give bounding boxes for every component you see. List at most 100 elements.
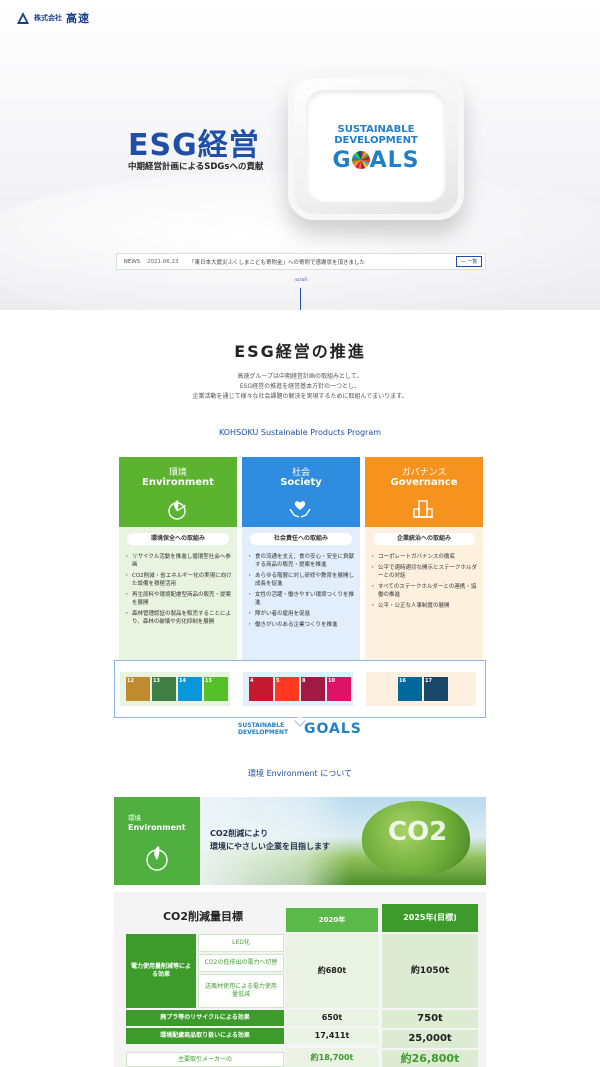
sdg-tile-number: 8 [302, 678, 306, 684]
list-item: リサイクル活動を推進し循環型社会へ参画 [124, 553, 234, 569]
column-society: 社会 Society 社会責任への取組み 食の流通を支え、食の安心・安全に貢献す… [242, 457, 360, 660]
sdg-tile: 17 [424, 677, 448, 701]
sub-item: CO2の低排出の電力へ切替 [198, 954, 284, 972]
news-all-button[interactable]: — 一覧 [456, 256, 482, 267]
building-icon [413, 500, 433, 518]
sub-item: LED化 [198, 934, 284, 952]
company-logo[interactable]: 株式会社 高速 [16, 10, 90, 26]
intro-line: ESG経営の推進を経営基本方針の一つとし、 [239, 383, 361, 390]
sdg-tile: 14 [178, 677, 202, 701]
sdg-tile: 16 [398, 677, 422, 701]
eco-2020-value: 17,411t [286, 1028, 378, 1044]
news-label: NEWS [123, 258, 141, 265]
goals-als: ALS [369, 148, 420, 173]
intro-line: 企業活動を通じて様々な社会課題の解決を実現するために取組んでまいります。 [192, 393, 408, 400]
column-pill: 社会責任への取組み [250, 533, 352, 545]
sdg-tile-number: 16 [399, 678, 406, 684]
list-item: 再生原料や環境配慮型商品の販売・提案を展開 [124, 591, 234, 607]
column-list: コーポレートガバナンスの徹底 公平で適時適切な開示とステークホルダーとの対話 す… [370, 553, 480, 613]
list-item: コーポレートガバナンスの徹底 [370, 553, 480, 561]
sdg-tile: 15 [204, 677, 228, 701]
sdg-small-line2: DEVELOPMENT [238, 729, 289, 736]
sdg-tile-number: 12 [127, 678, 134, 684]
banner-jp: 環境 [128, 814, 141, 822]
column-body: 環境保全への取組み リサイクル活動を推進し循環型社会へ参画 CO2削減・省エネル… [119, 527, 237, 660]
list-item: 公平・公正な人事制度の展開 [370, 602, 480, 610]
total-2025-value: 約26,800t [382, 1050, 478, 1067]
column-pill: 企業統治への取組み [373, 533, 475, 545]
hero-tray-image: SUSTAINABLE DEVELOPMENT G ALS [288, 72, 464, 220]
banner-message-line: CO2削減により [210, 829, 269, 838]
about-environment-title: 環境 Environment について [248, 769, 352, 778]
list-item: 働きがいのある企業つくりを推進 [247, 621, 357, 629]
list-item: 食の流通を支え、食の安心・安全に貢献する商品の販売・提案を推進 [247, 553, 357, 569]
tray-inner: SUSTAINABLE DEVELOPMENT G ALS [306, 90, 446, 202]
row-label-eco: 環境配慮商品取り扱いによる効果 [126, 1028, 284, 1044]
sdg-tile-number: 4 [250, 678, 254, 684]
column-body: 企業統治への取組み コーポレートガバナンスの徹底 公平で適時適切な開示とステーク… [365, 527, 483, 660]
environment-banner: 環境 Environment CO2 CO2削減により 環境にやさしい企業を目指… [114, 797, 486, 885]
all-dash-icon: — [460, 259, 466, 265]
news-all-label: — 一覧 [461, 258, 478, 265]
sdg-tile: 4 [249, 677, 273, 701]
banner-label-block: 環境 Environment [114, 797, 200, 885]
list-item: 公平で適時適切な開示とステークホルダーとの対話 [370, 564, 480, 580]
recycle-2025-value: 750t [382, 1010, 478, 1028]
leaf-globe-icon [168, 500, 186, 520]
sdg-tile-number: 14 [179, 678, 186, 684]
sdg-logo-small: SUSTAINABLE DEVELOPMENT GOALS [234, 720, 364, 742]
banner-message-line: 環境にやさしい企業を目指します [210, 842, 330, 851]
goals-g: G [332, 148, 352, 173]
sdg-tile: 5 [275, 677, 299, 701]
column-governance: ガバナンス Governance 企業統治への取組み コーポレートガバナンスの徹… [365, 457, 483, 660]
eco-2025-value: 25,000t [382, 1030, 478, 1048]
column-header: 社会 Society [242, 457, 360, 527]
news-link[interactable]: 「東日本大震災ふくしまこども寄附金」への寄附で感謝状を頂きました [189, 258, 456, 266]
sdg-tile-number: 10 [328, 678, 335, 684]
hands-heart-icon [289, 501, 311, 518]
cloud-co2-text: CO2 [388, 817, 448, 847]
list-item: 森林管理認証の製品を販売することにより、森林の破壊や劣化抑制を展開 [124, 610, 234, 626]
program-title: KOHSOKU Sustainable Products Program [218, 428, 382, 437]
list-item: CO2削減・省エネルギー化の実現に向けた設備を積極活用 [124, 572, 234, 588]
hero-section: 株式会社 高速 ESG経営 中期経営計画によるSDGsへの貢献 SUSTAINA… [0, 0, 600, 310]
sdg-tile-number: 17 [425, 678, 432, 684]
column-pill: 環境保全への取組み [127, 533, 229, 545]
scroll-line [300, 288, 301, 310]
table-header-2020: 2020年 [286, 908, 378, 932]
sdg-goals-wordmark: G ALS [306, 148, 446, 173]
recycle-2020-value: 650t [286, 1010, 378, 1026]
sdg-tile: 8 [301, 677, 325, 701]
sdg-tile: 12 [126, 677, 150, 701]
sdg-logo-line2: DEVELOPMENT [334, 135, 418, 146]
sdg-goals-box: 12 13 14 15 4 5 8 10 16 17 [114, 660, 486, 718]
list-item: すべてのステークホルダーとの連携・協働の推進 [370, 583, 480, 599]
sdg-logo-text: SUSTAINABLE DEVELOPMENT [306, 124, 446, 146]
all-label-text: 一覧 [467, 259, 478, 265]
sdg-small-goals: GOALS [304, 721, 362, 737]
banner-message: CO2削減により 環境にやさしい企業を目指します [210, 827, 330, 853]
intro-line: 高速グループは中期経営計画の取組みとして、 [237, 373, 363, 380]
sdg-small-text: SUSTAINABLE DEVELOPMENT [238, 722, 288, 736]
sub-item: 送風材使用による電力使用量低減 [198, 974, 284, 1008]
row-label-next: 主要取引メーカーの [126, 1052, 284, 1067]
sdg-tile: 13 [152, 677, 176, 701]
hero-title: ESG経営 [128, 128, 260, 163]
news-date: 2021.06.23 [147, 258, 179, 265]
column-body: 社会責任への取組み 食の流通を支え、食の安心・安全に貢献する商品の販売・提案を推… [242, 527, 360, 660]
list-item: あらゆる階層に対し研修や教育を展開し成長を促進 [247, 572, 357, 588]
column-list: 食の流通を支え、食の安心・安全に貢献する商品の販売・提案を推進 あらゆる階層に対… [247, 553, 357, 632]
section-title: ESG経営の推進 [234, 342, 366, 361]
triangle-logo-icon [17, 12, 29, 24]
sdg-strip-society: 4 5 8 10 [243, 672, 353, 706]
sdg-wheel-icon [351, 151, 370, 169]
sdg-strip-governance: 16 17 [366, 672, 476, 706]
row-label-recycle: 廃プラ等のリサイクルによる効果 [126, 1010, 284, 1026]
logo-name: 高速 [66, 12, 90, 25]
logo-prefix: 株式会社 [34, 14, 62, 22]
table-title: CO2削減量目標 [162, 910, 244, 923]
sdg-tile-number: 13 [153, 678, 160, 684]
section-intro: 高速グループは中期経営計画の取組みとして、 ESG経営の推進を経営基本方針の一つ… [0, 372, 600, 402]
news-bar: NEWS 2021.06.23 「東日本大震災ふくしまこども寄附金」への寄附で感… [116, 253, 486, 270]
scroll-label[interactable]: scroll [291, 278, 311, 283]
